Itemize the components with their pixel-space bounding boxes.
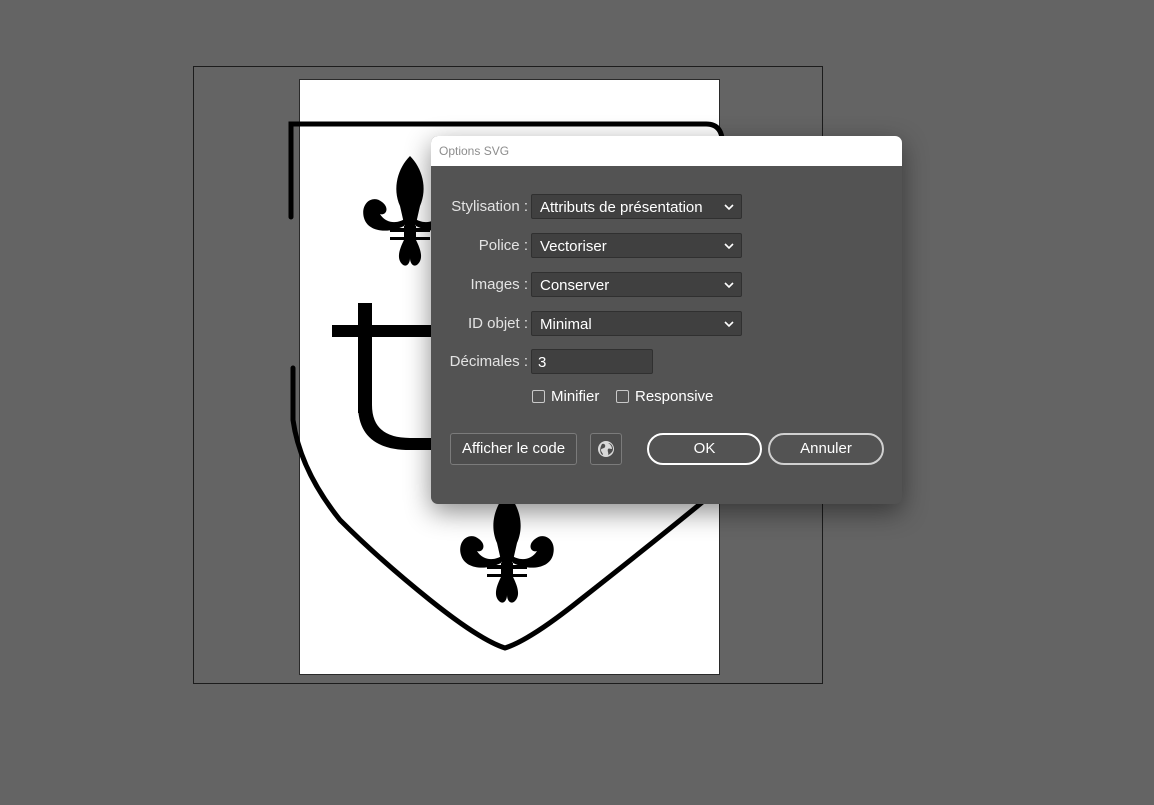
svg-options-dialog: Options SVG Stylisation : Attributs de p… [431, 136, 902, 504]
minify-label: Minifier [551, 388, 600, 405]
chevron-down-icon [724, 243, 734, 250]
chevron-down-icon [724, 321, 734, 328]
images-select-value: Conserver [540, 277, 610, 294]
styling-select-value: Attributs de présentation [540, 199, 703, 216]
font-select-value: Vectoriser [540, 238, 607, 255]
cancel-button[interactable]: Annuler [768, 433, 884, 465]
object-id-select-value: Minimal [540, 316, 592, 333]
globe-icon [598, 441, 614, 457]
decimals-input[interactable]: 3 [531, 349, 653, 374]
font-label: Police : [478, 237, 528, 254]
letter-t-shape [332, 303, 442, 450]
minify-checkbox[interactable]: Minifier [532, 388, 599, 405]
chevron-down-icon [724, 282, 734, 289]
minify-checkbox-box[interactable] [532, 390, 545, 403]
object-id-select[interactable]: Minimal [531, 311, 742, 336]
decimals-label: Décimales : [449, 353, 528, 370]
ok-button[interactable]: OK [647, 433, 762, 465]
web-preview-button[interactable] [590, 433, 622, 465]
dialog-title: Options SVG [431, 136, 902, 166]
styling-label: Stylisation : [451, 198, 528, 215]
responsive-label: Responsive [635, 388, 714, 405]
object-id-label: ID objet : [467, 315, 528, 332]
font-select[interactable]: Vectoriser [531, 233, 742, 258]
images-select[interactable]: Conserver [531, 272, 742, 297]
responsive-checkbox[interactable]: Responsive [616, 388, 713, 405]
show-code-button[interactable]: Afficher le code [450, 433, 577, 465]
responsive-checkbox-box[interactable] [616, 390, 629, 403]
fleur-de-lis-bottom [460, 493, 554, 603]
styling-select[interactable]: Attributs de présentation [531, 194, 742, 219]
chevron-down-icon [724, 204, 734, 211]
images-label: Images : [470, 276, 528, 293]
